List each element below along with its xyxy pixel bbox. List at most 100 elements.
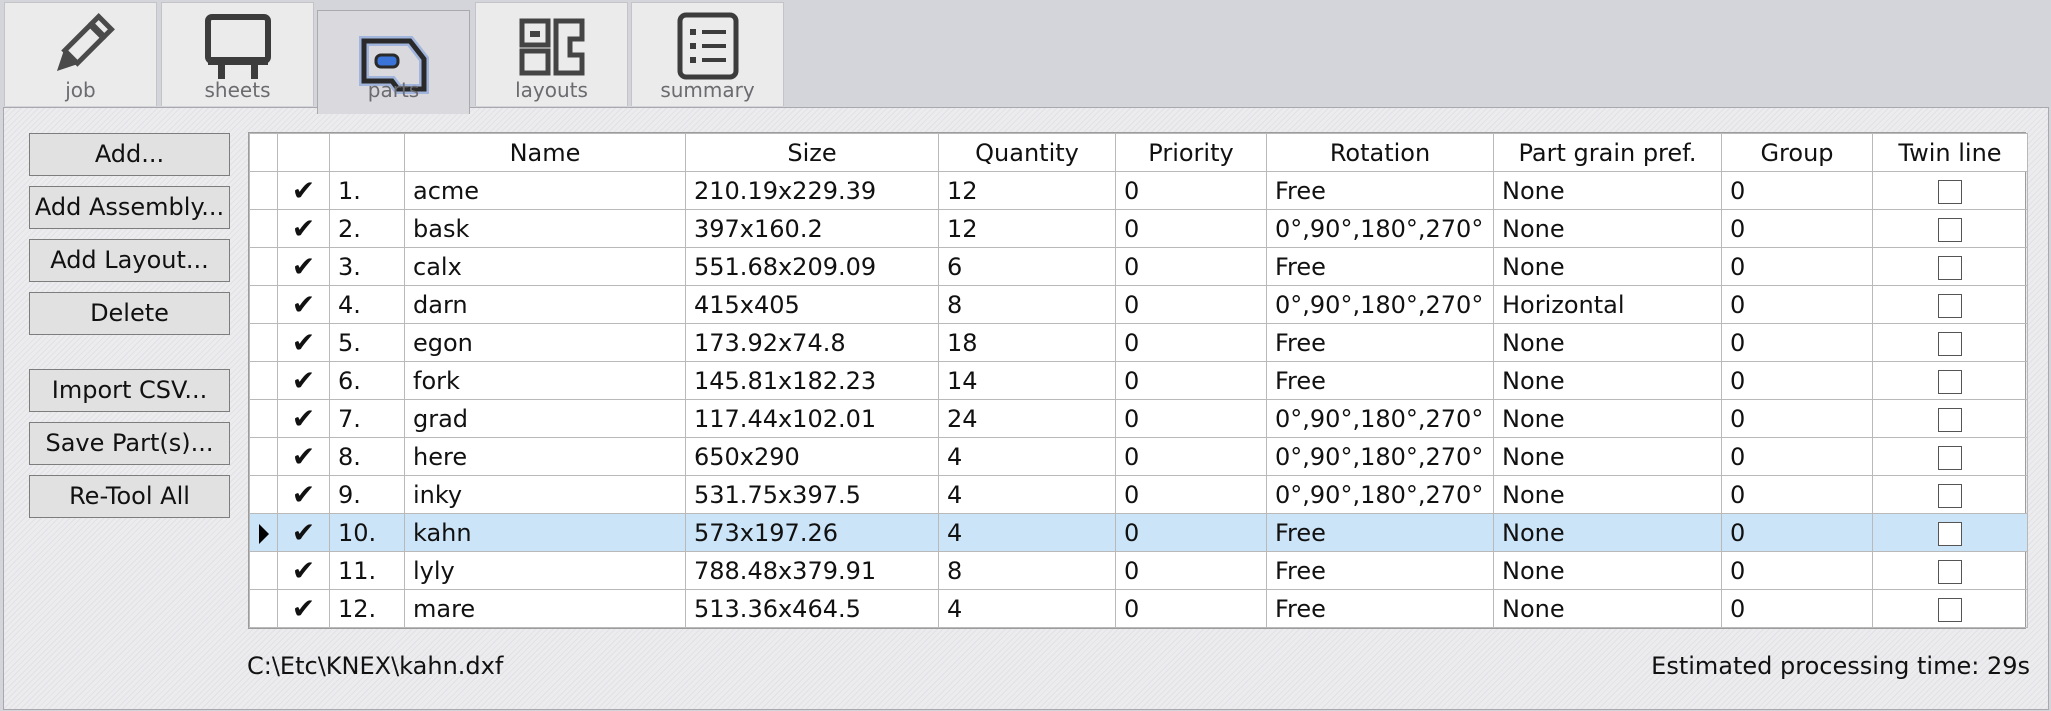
size-cell[interactable]: 513.36x464.5 [685,589,939,628]
rotation-cell[interactable]: 0°,90°,180°,270° [1266,285,1494,324]
rotation-cell[interactable]: Free [1266,551,1494,590]
row-selector[interactable] [249,361,278,400]
group-cell[interactable]: 0 [1721,323,1873,362]
row-selector[interactable] [249,589,278,628]
priority-cell[interactable]: 0 [1115,437,1267,476]
part-name-cell[interactable]: here [404,437,686,476]
twin-line-cell[interactable] [1872,437,2028,476]
enabled-checkmark-icon[interactable]: ✔ [277,323,330,362]
twin-line-cell[interactable] [1872,361,2028,400]
table-row[interactable]: ✔ 11. lyly 788.48x379.91 8 0 Free None 0 [249,551,2028,590]
size-cell[interactable]: 650x290 [685,437,939,476]
grain-cell[interactable]: None [1493,475,1722,514]
row-selector[interactable] [249,247,278,286]
part-name-cell[interactable]: mare [404,589,686,628]
twin-line-checkbox[interactable] [1938,255,1962,280]
enabled-checkmark-icon[interactable]: ✔ [277,437,330,476]
quantity-cell[interactable]: 8 [938,551,1116,590]
twin-line-checkbox[interactable] [1938,445,1962,470]
twin-line-cell[interactable] [1872,513,2028,552]
row-selector[interactable] [249,285,278,324]
row-selector[interactable] [249,399,278,438]
row-selector[interactable] [249,323,278,362]
twin-line-checkbox[interactable] [1938,293,1962,318]
group-cell[interactable]: 0 [1721,437,1873,476]
priority-cell[interactable]: 0 [1115,361,1267,400]
twin-line-checkbox[interactable] [1938,369,1962,394]
check-column-header[interactable] [277,133,330,172]
table-row[interactable]: ✔ 4. darn 415x405 8 0 0°,90°,180°,270° Horizont… [249,285,2028,324]
enabled-checkmark-icon[interactable]: ✔ [277,285,330,324]
priority-cell[interactable]: 0 [1115,399,1267,438]
table-row[interactable]: ✔ 7. grad 117.44x102.01 24 0 0°,90°,180°,270° N… [249,399,2028,438]
quantity-cell[interactable]: 4 [938,589,1116,628]
size-cell[interactable]: 551.68x209.09 [685,247,939,286]
row-selector[interactable] [249,437,278,476]
twin-line-checkbox[interactable] [1938,217,1962,242]
part-name-cell[interactable]: darn [404,285,686,324]
twin-line-cell[interactable] [1872,209,2028,248]
group-cell[interactable]: 0 [1721,475,1873,514]
part-name-cell[interactable]: fork [404,361,686,400]
column-header-group[interactable]: Group [1721,133,1873,172]
twin-line-cell[interactable] [1872,589,2028,628]
number-column-header[interactable] [329,133,405,172]
column-header-twin-line[interactable]: Twin line [1872,133,2028,172]
save-parts-button[interactable]: Save Part(s)... [29,422,230,465]
group-cell[interactable]: 0 [1721,361,1873,400]
size-cell[interactable]: 397x160.2 [685,209,939,248]
part-name-cell[interactable]: lyly [404,551,686,590]
priority-cell[interactable]: 0 [1115,475,1267,514]
column-header-grain[interactable]: Part grain pref. [1493,133,1722,172]
rotation-cell[interactable]: 0°,90°,180°,270° [1266,437,1494,476]
enabled-checkmark-icon[interactable]: ✔ [277,551,330,590]
twin-line-checkbox[interactable] [1938,597,1962,622]
row-selector[interactable] [249,551,278,590]
twin-line-cell[interactable] [1872,475,2028,514]
rotation-cell[interactable]: Free [1266,513,1494,552]
add-button[interactable]: Add... [29,133,230,176]
twin-line-cell[interactable] [1872,551,2028,590]
grain-cell[interactable]: None [1493,323,1722,362]
grain-cell[interactable]: None [1493,399,1722,438]
priority-cell[interactable]: 0 [1115,513,1267,552]
tab-parts[interactable]: parts [317,10,470,114]
table-row[interactable]: ✔ 1. acme 210.19x229.39 12 0 Free None 0 [249,171,2028,210]
priority-cell[interactable]: 0 [1115,209,1267,248]
group-cell[interactable]: 0 [1721,513,1873,552]
grain-cell[interactable]: None [1493,171,1722,210]
rotation-cell[interactable]: 0°,90°,180°,270° [1266,209,1494,248]
part-name-cell[interactable]: egon [404,323,686,362]
size-cell[interactable]: 210.19x229.39 [685,171,939,210]
row-selector[interactable] [249,171,278,210]
twin-line-checkbox[interactable] [1938,521,1962,546]
quantity-cell[interactable]: 4 [938,437,1116,476]
size-cell[interactable]: 145.81x182.23 [685,361,939,400]
twin-line-checkbox[interactable] [1938,331,1962,356]
grain-cell[interactable]: None [1493,437,1722,476]
size-cell[interactable]: 415x405 [685,285,939,324]
group-cell[interactable]: 0 [1721,551,1873,590]
grain-cell[interactable]: None [1493,361,1722,400]
retool-all-button[interactable]: Re-Tool All [29,475,230,518]
priority-cell[interactable]: 0 [1115,285,1267,324]
table-row[interactable]: ✔ 8. here 650x290 4 0 0°,90°,180°,270° None 0 [249,437,2028,476]
quantity-cell[interactable]: 8 [938,285,1116,324]
part-name-cell[interactable]: kahn [404,513,686,552]
group-cell[interactable]: 0 [1721,209,1873,248]
priority-cell[interactable]: 0 [1115,589,1267,628]
rotation-cell[interactable]: Free [1266,247,1494,286]
quantity-cell[interactable]: 6 [938,247,1116,286]
tab-job[interactable]: job [4,2,157,106]
rotation-cell[interactable]: Free [1266,589,1494,628]
rotation-cell[interactable]: Free [1266,361,1494,400]
quantity-cell[interactable]: 4 [938,513,1116,552]
quantity-cell[interactable]: 24 [938,399,1116,438]
priority-cell[interactable]: 0 [1115,171,1267,210]
group-cell[interactable]: 0 [1721,399,1873,438]
quantity-cell[interactable]: 4 [938,475,1116,514]
row-selector[interactable] [249,513,278,552]
part-name-cell[interactable]: calx [404,247,686,286]
table-row[interactable]: ✔ 6. fork 145.81x182.23 14 0 Free None 0 [249,361,2028,400]
import-csv-button[interactable]: Import CSV... [29,369,230,412]
